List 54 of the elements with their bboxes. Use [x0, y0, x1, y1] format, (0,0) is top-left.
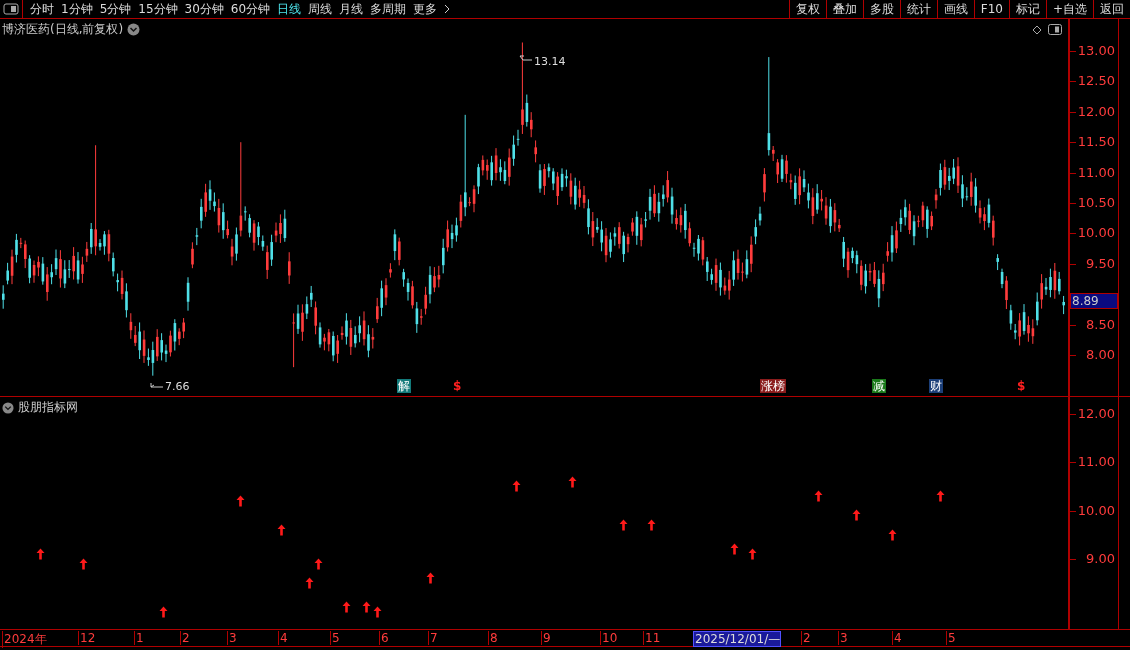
date-label: 4: [278, 631, 288, 645]
date-label: 5: [330, 631, 340, 645]
period-tab[interactable]: 60分钟: [230, 0, 271, 18]
axis-label: 13.00: [1077, 43, 1115, 58]
axis-label: 8.00: [1086, 347, 1115, 362]
event-marker[interactable]: 解: [397, 379, 411, 393]
date-label: 3: [227, 631, 237, 645]
date-label: 3: [838, 631, 848, 645]
dividend-marker[interactable]: $: [1016, 379, 1027, 393]
period-tab[interactable]: 分时: [30, 0, 54, 18]
axis-label: 12.00: [1077, 103, 1115, 119]
chart-title: 博济医药(日线,前复权): [2, 21, 124, 38]
date-label: 7: [428, 631, 438, 645]
axis-label: 10.00: [1077, 225, 1115, 241]
axis-label: 12.00: [1077, 406, 1115, 421]
date-label: 2024年: [2, 631, 47, 648]
axis-label: 11.00: [1077, 454, 1115, 470]
axis-label: 10.00: [1077, 502, 1115, 518]
dividend-marker[interactable]: $: [452, 379, 463, 393]
axis-label: 9.50: [1086, 255, 1115, 271]
period-tab[interactable]: 1分钟: [61, 0, 93, 18]
high-price-label: 13.14: [534, 55, 566, 68]
date-label: 4: [892, 631, 902, 645]
event-marker[interactable]: 减: [872, 379, 886, 393]
axis-label: 8.50: [1086, 316, 1115, 332]
date-label: 2: [180, 631, 190, 645]
date-label: 2025/12/01/—: [693, 631, 782, 647]
current-price-tag: 8.89: [1070, 292, 1118, 309]
period-tab[interactable]: 5分钟: [99, 0, 132, 18]
period-tab[interactable]: 多周期: [370, 0, 407, 18]
date-label: 8: [488, 631, 498, 645]
date-label: 12: [78, 631, 96, 645]
date-label: 10: [600, 631, 618, 645]
axis-label: 11.00: [1077, 164, 1115, 180]
event-marker[interactable]: 财: [929, 379, 943, 393]
period-tab[interactable]: 30分钟: [184, 0, 224, 18]
date-label: 1: [134, 631, 144, 645]
period-tab[interactable]: 15分钟: [138, 0, 178, 18]
period-tab[interactable]: 周线: [308, 0, 333, 18]
date-label: 5: [946, 631, 956, 645]
date-label: 6: [379, 631, 389, 645]
axis-label: 10.50: [1077, 195, 1115, 210]
date-label: 9: [541, 631, 551, 645]
period-tab[interactable]: 月线: [339, 0, 364, 18]
axis-label: 9.00: [1086, 550, 1115, 566]
more-menu[interactable]: 更多: [413, 0, 438, 18]
date-label: 2: [801, 631, 811, 645]
event-marker[interactable]: 涨榜: [760, 379, 786, 393]
axis-label: 11.50: [1077, 134, 1115, 150]
period-tab[interactable]: 日线: [277, 0, 302, 18]
low-price-label: 7.66: [165, 380, 190, 393]
axis-label: 12.50: [1077, 73, 1115, 89]
indicator-title: 股朋指标网: [18, 399, 78, 416]
date-label: 11: [643, 631, 661, 645]
